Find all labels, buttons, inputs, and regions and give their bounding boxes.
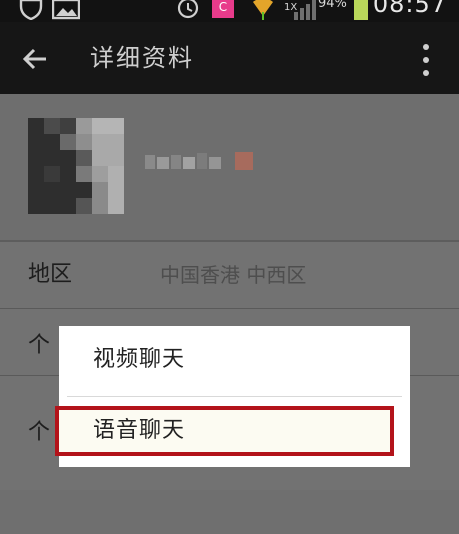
- profile-header: [0, 94, 459, 240]
- wifi-icon: [253, 0, 273, 20]
- signal-icon: [294, 0, 316, 20]
- row-value: 中国香港 中西区: [160, 263, 307, 287]
- name-pixelated: [145, 153, 221, 169]
- app-badge-label: C: [218, 0, 228, 14]
- more-menu-icon[interactable]: [418, 43, 434, 77]
- battery-icon: [354, 0, 368, 20]
- video-chat-label: 视频聊天: [93, 347, 186, 372]
- back-arrow-icon[interactable]: [20, 44, 50, 74]
- row-label: 个: [28, 420, 51, 445]
- alarm-icon: [177, 0, 199, 19]
- toolbar: 详细资料: [0, 22, 459, 94]
- row-label: 地区: [28, 262, 73, 287]
- shield-icon: [19, 0, 43, 20]
- row-region[interactable]: 地区 中国香港 中西区: [0, 242, 459, 309]
- gallery-icon: [52, 0, 80, 20]
- battery-percent: 94%: [318, 0, 347, 11]
- voice-chat-option[interactable]: 语音聊天: [55, 406, 394, 456]
- avatar-pixelated-image: [28, 118, 124, 214]
- row-label: 个: [28, 333, 51, 358]
- gender-icon: [235, 152, 253, 170]
- avatar[interactable]: [28, 118, 124, 214]
- status-bar: C 1X 94% 08:57: [0, 0, 459, 22]
- voice-chat-label: 语音聊天: [93, 418, 186, 443]
- app-badge-icon: C: [212, 0, 234, 18]
- video-chat-option[interactable]: 视频聊天: [59, 326, 410, 396]
- page-title: 详细资料: [90, 44, 194, 72]
- bottom-area: [0, 490, 459, 534]
- clock: 08:57: [372, 0, 447, 18]
